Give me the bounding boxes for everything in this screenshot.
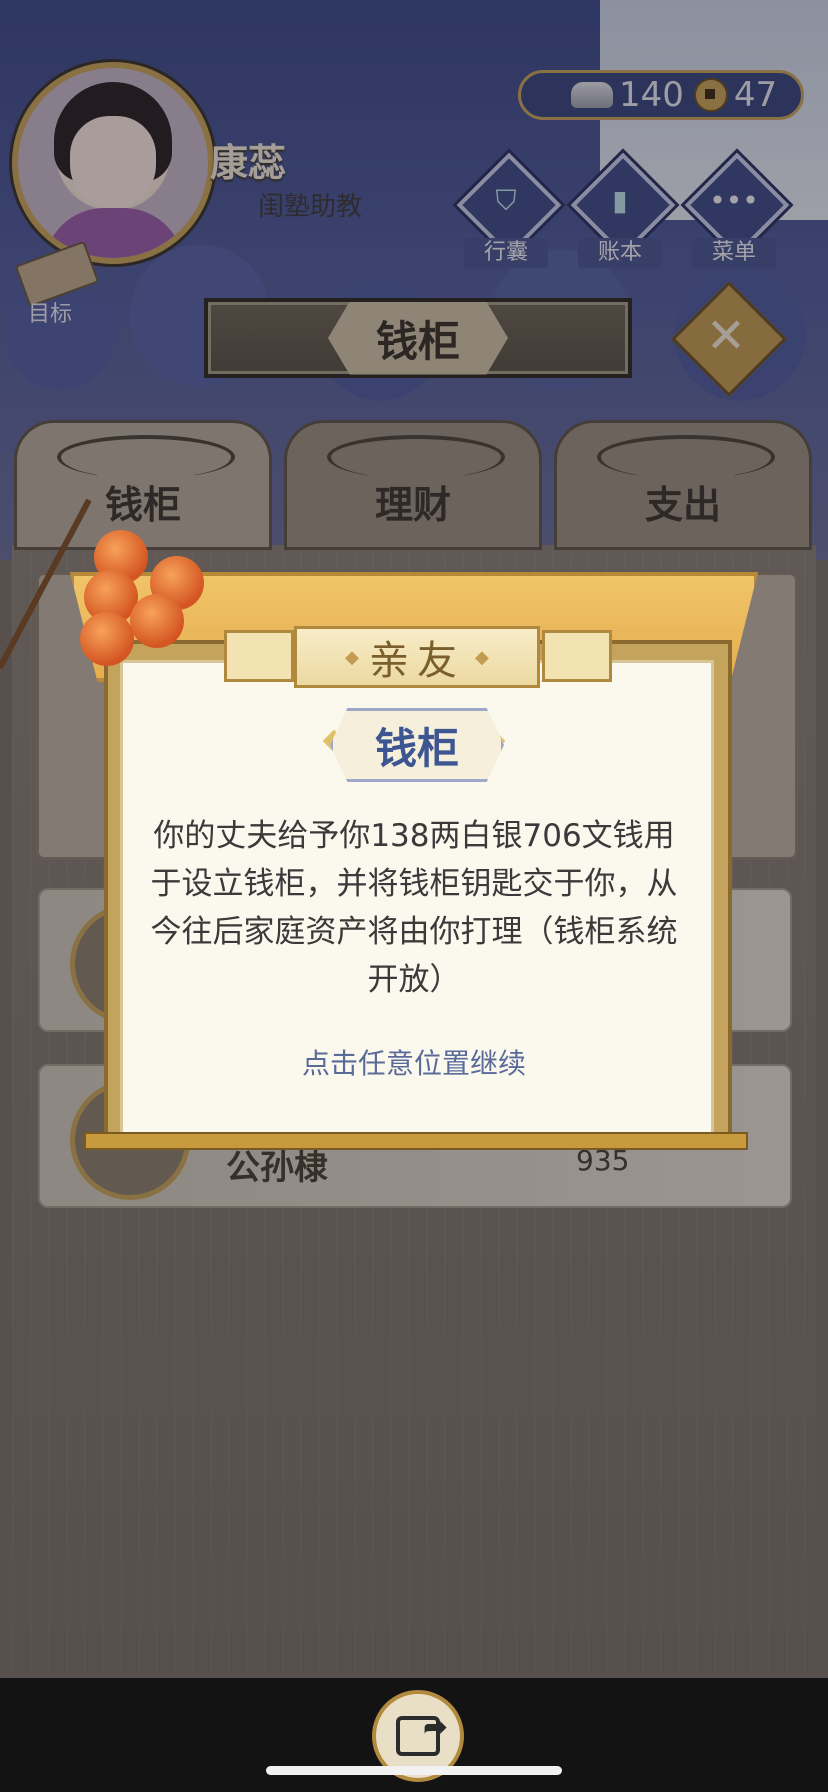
scroll-rod	[84, 1132, 748, 1150]
share-icon: ➦	[396, 1710, 448, 1756]
header-ornament	[542, 630, 612, 682]
modal-message: 你的丈夫给予你138两白银706文钱用于设立钱柜，并将钱柜钥匙交于你，从今往后家…	[150, 818, 678, 998]
home-indicator[interactable]	[266, 1766, 562, 1775]
continue-prompt[interactable]: 点击任意位置继续	[146, 1042, 682, 1082]
hawthorn-icon	[80, 612, 134, 666]
diamond-dot-icon: ◆	[475, 646, 489, 668]
modal-category-label: 亲友	[369, 638, 465, 684]
hawthorn-icon	[130, 594, 184, 648]
modal-title-tag: 钱柜	[330, 708, 504, 782]
header-ornament	[224, 630, 294, 682]
modal-category: ◆ 亲友 ◆	[294, 626, 540, 688]
diamond-dot-icon: ◆	[345, 646, 359, 668]
